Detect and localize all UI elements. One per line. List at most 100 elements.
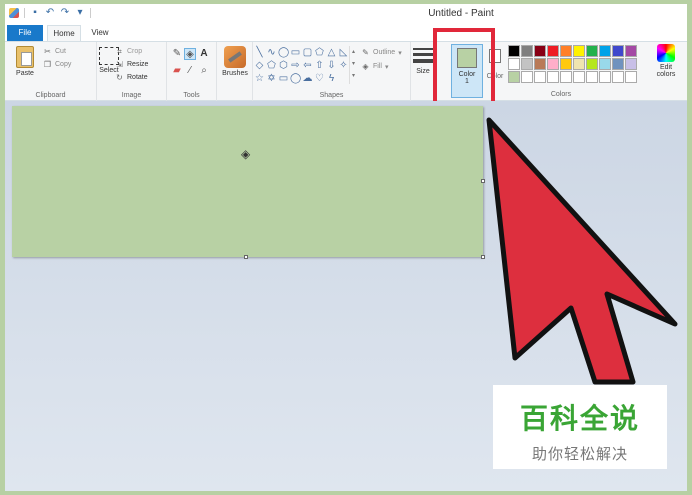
pentagon-shape-icon[interactable]: ⬠ xyxy=(266,60,277,72)
fill-dropdown[interactable]: ◈ Fill ▾ xyxy=(361,62,388,71)
watermark-title: 百科全说 xyxy=(519,402,640,435)
six-point-star-shape-icon[interactable]: ✡ xyxy=(266,73,277,85)
shapes-scroll[interactable]: ▴ ▾ ▾ xyxy=(349,46,357,84)
palette-swatch[interactable] xyxy=(625,45,637,57)
right-triangle-shape-icon[interactable]: ◺ xyxy=(338,47,349,59)
palette-swatch[interactable] xyxy=(547,45,559,57)
tab-file[interactable]: File xyxy=(7,25,43,41)
tab-view[interactable]: View xyxy=(85,25,115,41)
rainbow-palette-icon xyxy=(657,44,675,62)
scissors-icon: ✂ xyxy=(44,47,51,56)
brushes-button[interactable]: Brushes xyxy=(218,46,252,77)
palette-swatch[interactable] xyxy=(599,45,611,57)
brushes-group: Brushes xyxy=(217,42,253,101)
clipboard-group: Paste ✂ Cut ❐ Copy Clipboard xyxy=(5,42,97,101)
palette-swatch[interactable] xyxy=(599,71,611,83)
heart-shape-icon[interactable]: ♡ xyxy=(314,73,325,85)
outline-label: Outline xyxy=(373,49,396,56)
five-point-star-shape-icon[interactable]: ☆ xyxy=(254,73,265,85)
color-palette xyxy=(508,45,637,83)
copy-button[interactable]: ❐ Copy xyxy=(43,60,71,69)
polygon-shape-icon[interactable]: ⬠ xyxy=(314,47,325,59)
palette-swatch[interactable] xyxy=(599,58,611,70)
four-point-star-shape-icon[interactable]: ✧ xyxy=(338,60,349,72)
lightning-shape-icon[interactable]: ϟ xyxy=(326,73,337,85)
copy-label: Copy xyxy=(55,61,72,68)
chevron-down-icon: ▾ xyxy=(398,49,402,57)
tab-home[interactable]: Home xyxy=(47,25,81,41)
brush-icon xyxy=(224,46,246,68)
curve-shape-icon[interactable]: ∿ xyxy=(266,47,277,59)
rounded-rectangle-shape-icon[interactable]: ▢ xyxy=(302,47,313,59)
size-button[interactable]: Size xyxy=(413,48,433,75)
paint-window: ▪ ↶ ↷ ▾ Untitled - Paint File Home View … xyxy=(5,4,687,491)
palette-swatch[interactable] xyxy=(560,71,572,83)
rotate-button[interactable]: ↻ Rotate xyxy=(115,73,147,82)
paste-button[interactable]: Paste xyxy=(11,46,39,77)
resize-button[interactable]: ⇲ Resize xyxy=(115,60,148,69)
rect-callout-shape-icon[interactable]: ▭ xyxy=(278,73,289,85)
palette-swatch[interactable] xyxy=(625,71,637,83)
palette-swatch[interactable] xyxy=(508,71,520,83)
pencil-icon[interactable]: ✎ xyxy=(171,48,183,60)
shapes-gallery: ╲ ∿ ◯ ▭ ▢ ⬠ △ ◺ ◇ ⬠ ⬡ ⇨ ⇦ ⇧ ⇩ ✧ ☆ ✡ ▭ ◯ xyxy=(253,46,348,84)
color-picker-icon[interactable]: ⁄ xyxy=(184,65,196,77)
palette-swatch[interactable] xyxy=(508,45,520,57)
outline-dropdown[interactable]: ✎ Outline ▾ xyxy=(361,48,402,57)
palette-swatch[interactable] xyxy=(573,71,585,83)
edit-colors-button[interactable]: Edit colors xyxy=(651,44,681,78)
rectangle-shape-icon[interactable]: ▭ xyxy=(290,47,301,59)
up-arrow-shape-icon[interactable]: ⇧ xyxy=(314,60,325,72)
palette-swatch[interactable] xyxy=(508,58,520,70)
hexagon-shape-icon[interactable]: ⬡ xyxy=(278,60,289,72)
palette-swatch[interactable] xyxy=(612,71,624,83)
palette-swatch[interactable] xyxy=(586,58,598,70)
triangle-shape-icon[interactable]: △ xyxy=(326,47,337,59)
cut-button[interactable]: ✂ Cut xyxy=(43,47,66,56)
diamond-shape-icon[interactable]: ◇ xyxy=(254,60,265,72)
palette-swatch[interactable] xyxy=(586,45,598,57)
fill-label: Fill xyxy=(373,63,382,70)
palette-swatch[interactable] xyxy=(573,45,585,57)
text-tool-icon[interactable]: A xyxy=(198,48,210,60)
palette-swatch[interactable] xyxy=(573,58,585,70)
palette-swatch[interactable] xyxy=(612,45,624,57)
chevron-down-icon: ▾ xyxy=(384,63,389,71)
palette-swatch[interactable] xyxy=(534,45,546,57)
size-icon xyxy=(413,48,433,66)
palette-swatch[interactable] xyxy=(547,71,559,83)
fill-bucket-icon[interactable]: ◈ xyxy=(184,48,196,60)
palette-swatch[interactable] xyxy=(521,45,533,57)
crop-button[interactable]: ⌗ Crop xyxy=(115,47,142,56)
eraser-icon[interactable]: ▰ xyxy=(171,65,183,77)
right-arrow-shape-icon[interactable]: ⇨ xyxy=(290,60,301,72)
palette-swatch[interactable] xyxy=(625,58,637,70)
palette-swatch[interactable] xyxy=(534,71,546,83)
size-group: Size xyxy=(411,42,435,101)
resize-label: Resize xyxy=(127,61,149,68)
line-shape-icon[interactable]: ╲ xyxy=(254,47,265,59)
edit-colors-label: Edit xyxy=(659,64,673,71)
palette-swatch[interactable] xyxy=(521,58,533,70)
palette-swatch[interactable] xyxy=(521,71,533,83)
image-group-label: Image xyxy=(121,92,142,99)
palette-swatch[interactable] xyxy=(560,45,572,57)
image-group: Select ⌗ Crop ⇲ Resize ↻ Rotate Image xyxy=(97,42,167,101)
left-arrow-shape-icon[interactable]: ⇦ xyxy=(302,60,313,72)
outline-icon: ✎ xyxy=(362,48,369,57)
palette-swatch[interactable] xyxy=(612,58,624,70)
colors-group-label: Colors xyxy=(550,91,572,98)
cloud-callout-shape-icon[interactable]: ☁ xyxy=(302,73,313,85)
palette-swatch[interactable] xyxy=(586,71,598,83)
palette-swatch[interactable] xyxy=(560,58,572,70)
palette-swatch[interactable] xyxy=(547,58,559,70)
magnifier-icon[interactable]: ⌕ xyxy=(198,65,210,77)
oval-callout-shape-icon[interactable]: ◯ xyxy=(290,73,301,85)
oval-shape-icon[interactable]: ◯ xyxy=(278,47,289,59)
palette-swatch[interactable] xyxy=(534,58,546,70)
rotate-icon: ↻ xyxy=(116,73,123,82)
down-arrow-shape-icon[interactable]: ⇩ xyxy=(326,60,337,72)
canvas-resize-handle-bottom[interactable] xyxy=(244,255,248,259)
color1-highlight-box xyxy=(433,28,495,105)
drawing-canvas[interactable]: ◈ xyxy=(12,106,483,257)
